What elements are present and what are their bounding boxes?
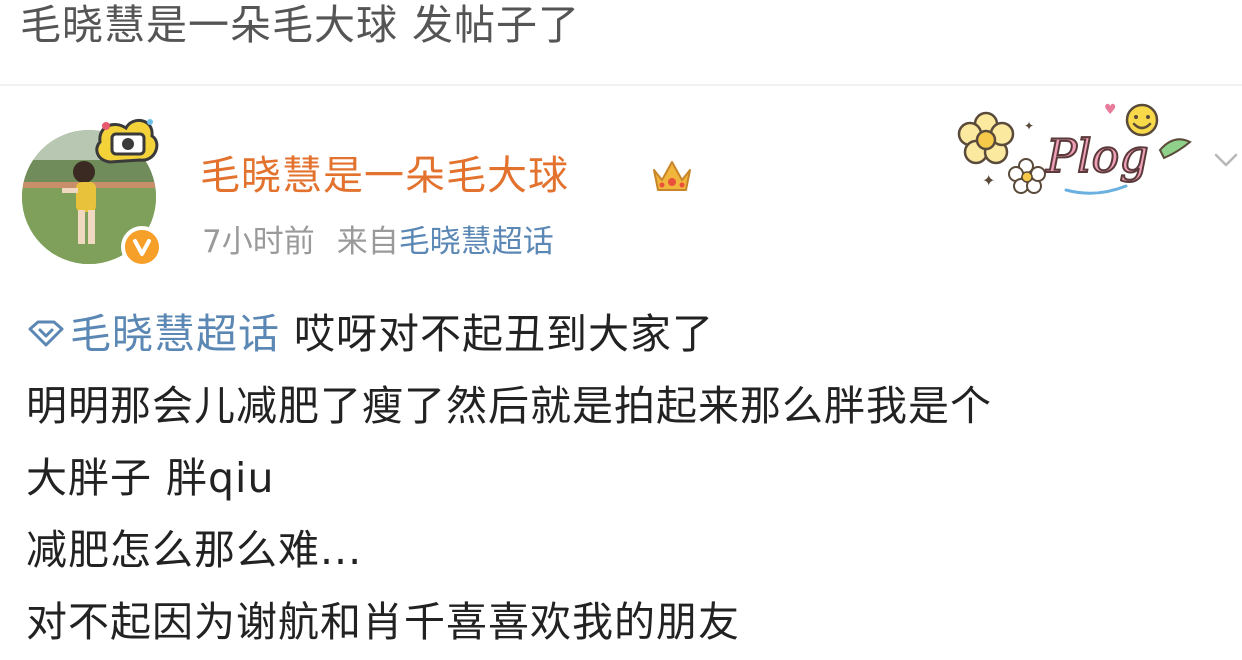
post-text-line-5: 对不起因为谢航和肖千喜喜欢我的朋友 (26, 598, 740, 646)
flower-icon (957, 111, 1015, 165)
avatar-container[interactable] (22, 119, 163, 268)
top-banner: 毛晓慧是一朵毛大球 发帖子了 (0, 0, 1242, 84)
svg-text:♥: ♥ (1104, 102, 1117, 118)
plog-sticker: ✦ ✦ Plog ♥ (957, 102, 1192, 195)
post-text-line-4: 减肥怎么那么难... (26, 526, 363, 574)
topic-link[interactable]: 毛晓慧超话 (26, 310, 280, 358)
post-line: 毛晓慧超话 哎呀对不起丑到大家了 (26, 298, 1226, 370)
post-meta: 7小时前 来自毛晓慧超话 (202, 222, 554, 262)
smiley-icon (1125, 103, 1159, 137)
flower-icon-small (1008, 158, 1046, 194)
source-link[interactable]: 毛晓慧超话 (399, 224, 554, 260)
banner-title: 毛晓慧是一朵毛大球 发帖子了 (20, 1, 581, 49)
plog-sticker-text: Plog (1045, 129, 1149, 183)
topic-link-label[interactable]: 毛晓慧超话 (70, 310, 280, 358)
post-time: 7小时前 (202, 224, 315, 260)
from-label: 来自 (336, 224, 399, 260)
svg-text:✦: ✦ (982, 171, 995, 190)
post-card: 毛晓慧是一朵毛大球 7小时前 来自毛晓慧超话 ✦ ✦ Plog ♥ 毛晓慧超话 … (0, 86, 1242, 660)
post-text-line-3: 大胖子 胖qiu (26, 454, 275, 502)
verified-badge-icon (121, 226, 163, 268)
post-text-line-2: 明明那会儿减肥了瘦了然后就是拍起来那么胖我是个 (26, 382, 992, 430)
post-text-line-1: 哎呀对不起丑到大家了 (294, 310, 715, 358)
crown-icon[interactable] (650, 156, 694, 196)
chevron-down-icon[interactable] (1212, 146, 1240, 174)
svg-text:✦: ✦ (1024, 119, 1034, 133)
username[interactable]: 毛晓慧是一朵毛大球 (200, 152, 569, 200)
diamond-icon (28, 320, 64, 347)
post-body: 毛晓慧超话 哎呀对不起丑到大家了 明明那会儿减肥了瘦了然后就是拍起来那么胖我是个… (26, 298, 1226, 658)
camera-icon (95, 119, 159, 164)
weibo-post-screenshot: 毛晓慧是一朵毛大球 发帖子了 毛晓慧是一朵毛大球 7小时前 来自毛晓慧超话 ✦ … (0, 0, 1242, 660)
